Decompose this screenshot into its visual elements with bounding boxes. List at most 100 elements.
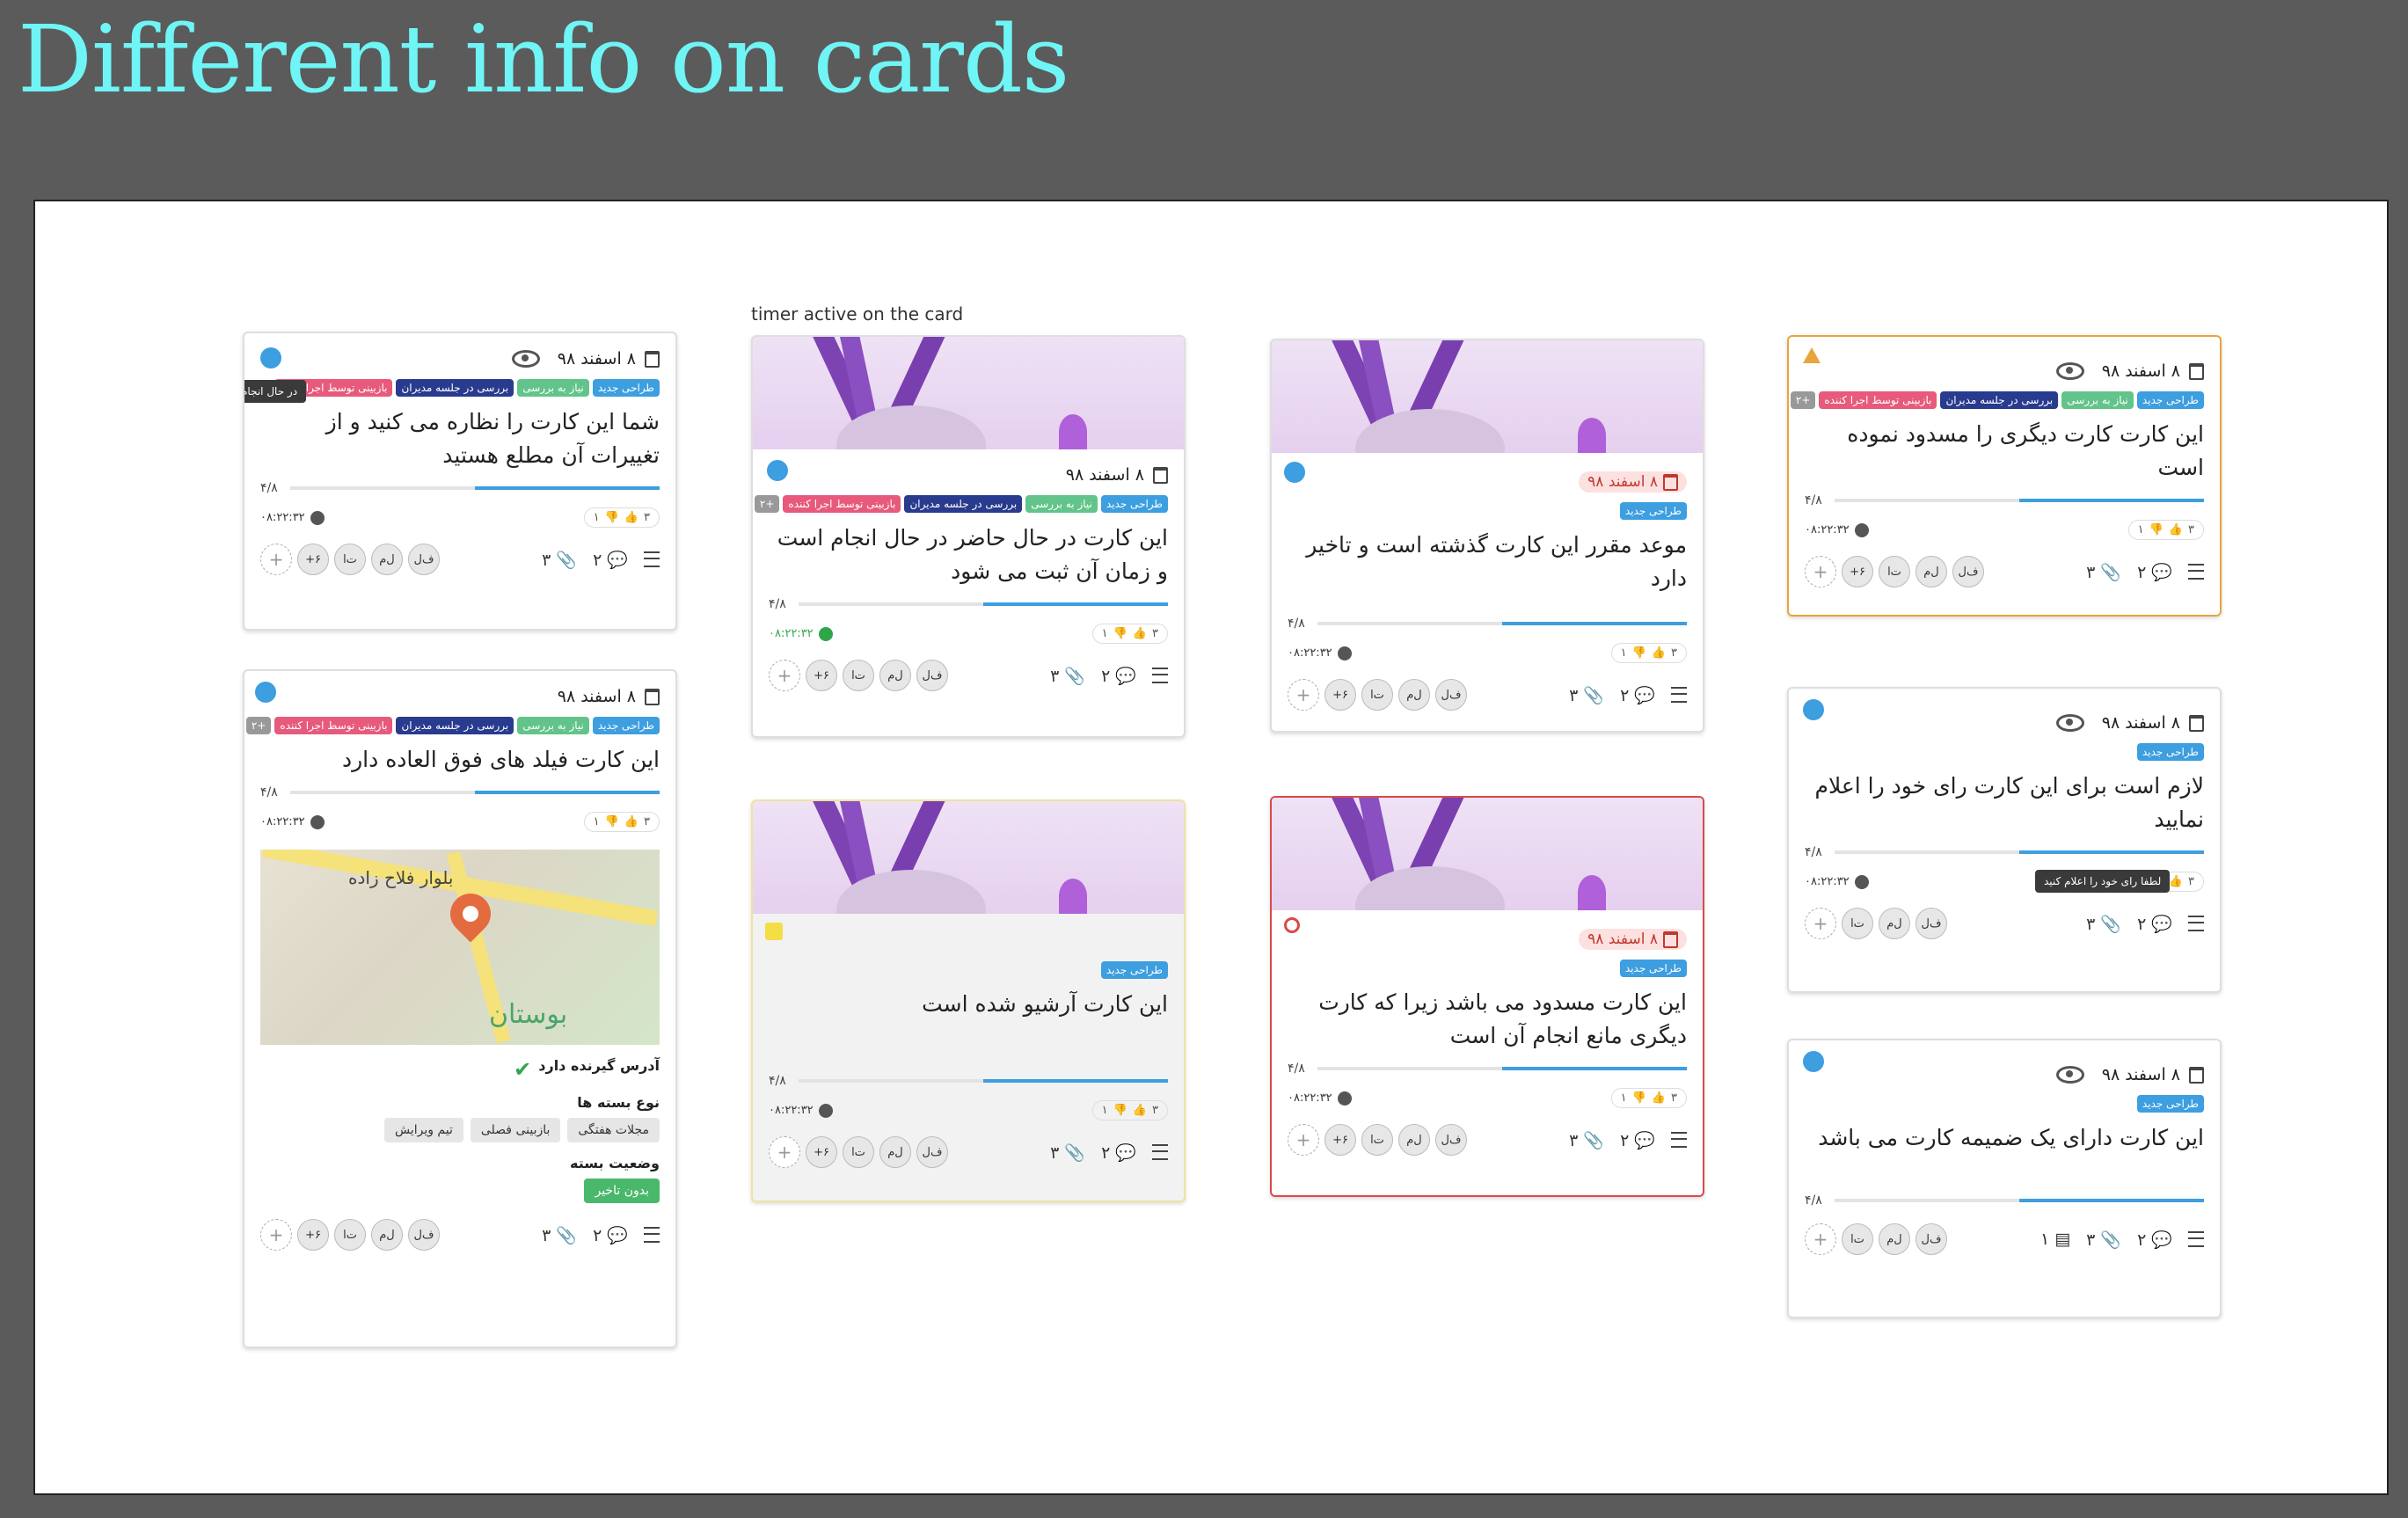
avatar[interactable]: +۶: [1324, 679, 1356, 711]
tag-count[interactable]: +۲: [754, 495, 780, 513]
description-icon[interactable]: [1152, 1144, 1168, 1160]
card-blocking-other[interactable]: ۸ اسفند ۹۸ طراحی جدید نیاز به بررسی بررس…: [1787, 335, 2222, 617]
tag[interactable]: طراحی جدید: [2136, 1095, 2204, 1113]
add-member-button[interactable]: +: [260, 544, 292, 575]
add-member-button[interactable]: +: [1805, 908, 1836, 939]
avatar[interactable]: ف‌ل: [1435, 1124, 1467, 1156]
avatar[interactable]: ل‌م: [1879, 1223, 1910, 1255]
description-icon[interactable]: [2188, 564, 2204, 580]
thumbs-up-icon[interactable]: 👍: [1133, 1104, 1147, 1117]
attachment-count[interactable]: ۳ 📎: [1050, 666, 1085, 686]
clock-icon[interactable]: [818, 626, 833, 641]
avatar[interactable]: ف‌ل: [408, 1219, 440, 1251]
vote-box[interactable]: ۱ 👎 👍 ۳: [1610, 1088, 1687, 1108]
avatar[interactable]: ل‌م: [1398, 679, 1430, 711]
attachment-count[interactable]: ۳ 📎: [542, 550, 577, 570]
thumbs-down-icon[interactable]: 👎: [2149, 523, 2164, 536]
clock-icon[interactable]: [310, 510, 325, 525]
clock-icon[interactable]: [1854, 874, 1869, 889]
status-dot[interactable]: [1803, 1051, 1824, 1072]
status-dot[interactable]: [1803, 699, 1824, 720]
thumbs-up-icon[interactable]: 👍: [624, 815, 638, 828]
vote-box[interactable]: ۱ 👎 👍 ۳: [2127, 520, 2204, 540]
comment-count[interactable]: ۲ 💬: [1620, 1130, 1655, 1150]
tag-count[interactable]: +۲: [1790, 391, 1816, 409]
clock-icon[interactable]: [818, 1103, 833, 1118]
due-date-badge[interactable]: ۸ اسفند ۹۸: [1579, 471, 1687, 493]
avatar[interactable]: +۶: [806, 660, 837, 691]
tag[interactable]: طراحی جدید: [2136, 391, 2204, 409]
vote-box[interactable]: ۱ 👎 👍 ۳: [583, 507, 660, 528]
tag[interactable]: طراحی جدید: [2136, 743, 2204, 761]
avatar[interactable]: ت‌ا: [334, 544, 366, 575]
comment-count[interactable]: ۲ 💬: [593, 1225, 628, 1245]
tag[interactable]: بازبینی توسط اجرا کننده: [1819, 391, 1937, 409]
status-dot[interactable]: [1284, 462, 1305, 483]
tag[interactable]: نیاز به بررسی: [2061, 391, 2134, 409]
comment-count[interactable]: ۲ 💬: [2137, 562, 2172, 582]
avatar[interactable]: ت‌ا: [334, 1219, 366, 1251]
package-chip[interactable]: مجلات هفتگی: [567, 1118, 660, 1142]
card-archived[interactable]: طراحی جدید این کارت آرشیو شده است ۴/۸ ۰۸…: [751, 799, 1186, 1202]
avatar[interactable]: +۶: [297, 1219, 329, 1251]
comment-count[interactable]: ۲ 💬: [1620, 685, 1655, 705]
avatar[interactable]: ت‌ا: [1361, 679, 1393, 711]
avatar[interactable]: ت‌ا: [843, 1136, 874, 1168]
thumbs-down-icon[interactable]: 👎: [1632, 1091, 1646, 1105]
description-icon[interactable]: [1671, 1132, 1687, 1148]
avatar[interactable]: ل‌م: [879, 1136, 911, 1168]
attachment-count[interactable]: ۳ 📎: [1569, 1130, 1604, 1150]
package-chip[interactable]: بازبینی فصلی: [470, 1118, 561, 1142]
vote-box[interactable]: ۱ 👎 👍 ۳: [583, 812, 660, 832]
tag[interactable]: بررسی در جلسه مدیران: [904, 495, 1023, 513]
add-member-button[interactable]: +: [1288, 679, 1319, 711]
comment-count[interactable]: ۲ 💬: [1101, 666, 1136, 686]
description-icon[interactable]: [1671, 687, 1687, 703]
package-status-chip[interactable]: بدون تاخیر: [584, 1179, 660, 1203]
tag[interactable]: طراحی جدید: [1619, 960, 1687, 977]
add-member-button[interactable]: +: [260, 1219, 292, 1251]
tag[interactable]: طراحی جدید: [1100, 961, 1168, 979]
card-blocked[interactable]: ۸ اسفند ۹۸ طراحی جدید این کارت مسدود می …: [1270, 796, 1704, 1197]
status-dot[interactable]: [767, 460, 788, 481]
due-date-badge[interactable]: ۸ اسفند ۹۸: [1579, 929, 1687, 950]
add-member-button[interactable]: +: [769, 1136, 800, 1168]
avatar[interactable]: ل‌م: [1915, 556, 1947, 587]
eye-icon[interactable]: [511, 350, 540, 368]
attachment-count[interactable]: ۳ 📎: [542, 1225, 577, 1245]
avatar[interactable]: ل‌م: [1398, 1124, 1430, 1156]
card-overdue[interactable]: ۸ اسفند ۹۸ طراحی جدید موعد مقرر این کارت…: [1270, 339, 1704, 733]
avatar[interactable]: ف‌ل: [408, 544, 440, 575]
tag[interactable]: بازبینی توسط اجرا کننده: [274, 717, 393, 734]
eye-icon[interactable]: [2055, 1066, 2084, 1084]
thumbs-up-icon[interactable]: 👍: [1652, 1091, 1666, 1105]
add-member-button[interactable]: +: [769, 660, 800, 691]
comment-count[interactable]: ۲ 💬: [1101, 1142, 1136, 1163]
status-dot[interactable]: [255, 682, 276, 703]
comment-count[interactable]: ۲ 💬: [593, 550, 628, 570]
thumbs-up-icon[interactable]: 👍: [2169, 875, 2183, 888]
avatar[interactable]: ف‌ل: [1435, 679, 1467, 711]
tag[interactable]: بازبینی توسط اجرا کننده: [783, 495, 901, 513]
thumbs-down-icon[interactable]: 👎: [605, 511, 619, 524]
vote-box[interactable]: ۱ 👎 👍 ۳: [1610, 643, 1687, 663]
avatar[interactable]: ل‌م: [371, 1219, 403, 1251]
clock-icon[interactable]: [1337, 1091, 1352, 1106]
thumbs-up-icon[interactable]: 👍: [1133, 627, 1147, 640]
avatar[interactable]: ل‌م: [879, 660, 911, 691]
tag[interactable]: نیاز به بررسی: [517, 379, 589, 397]
avatar[interactable]: ل‌م: [1879, 908, 1910, 939]
description-icon[interactable]: [2188, 916, 2204, 931]
avatar[interactable]: ت‌ا: [843, 660, 874, 691]
package-chip[interactable]: تیم ویرایش: [383, 1118, 463, 1142]
avatar[interactable]: +۶: [297, 544, 329, 575]
eye-icon[interactable]: [2055, 362, 2084, 380]
clock-icon[interactable]: [1854, 522, 1869, 537]
comment-count[interactable]: ۲ 💬: [2137, 914, 2172, 934]
avatar[interactable]: ف‌ل: [1915, 1223, 1947, 1255]
avatar[interactable]: ت‌ا: [1879, 556, 1910, 587]
vote-box[interactable]: ۱ 👎 👍 ۳: [1091, 624, 1168, 644]
thumbs-down-icon[interactable]: 👎: [605, 815, 619, 828]
tag[interactable]: بررسی در جلسه مدیران: [1940, 391, 2059, 409]
clock-icon[interactable]: [310, 814, 325, 829]
